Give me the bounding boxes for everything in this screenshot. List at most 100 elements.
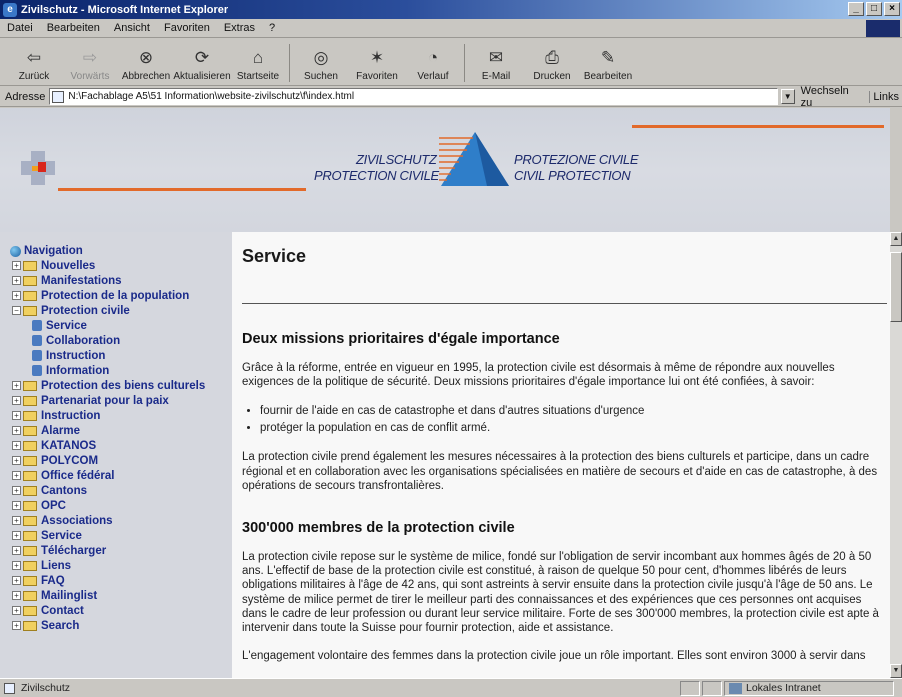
history-icon: ◔ bbox=[427, 48, 439, 67]
nav-item-label: Liens bbox=[41, 559, 72, 572]
nav-sub-label: Service bbox=[46, 319, 87, 332]
nav-sub-information[interactable]: Information bbox=[10, 363, 232, 378]
nav-root[interactable]: Navigation bbox=[10, 244, 232, 258]
nav-sub-collaboration[interactable]: Collaboration bbox=[10, 333, 232, 348]
folder-icon bbox=[23, 290, 37, 301]
nav-item[interactable]: + Télécharger bbox=[10, 543, 232, 558]
nav-item-label: POLYCOM bbox=[41, 454, 99, 467]
list-item: fournir de l'aide en cas de catastrophe … bbox=[260, 403, 890, 420]
nav-item[interactable]: + KATANOS bbox=[10, 438, 232, 453]
main-content: Service Deux missions prioritaires d'éga… bbox=[232, 232, 890, 678]
page-icon bbox=[4, 682, 15, 694]
back-button[interactable]: ⇦ Zurück bbox=[6, 41, 62, 85]
nav-item-label: Cantons bbox=[41, 484, 87, 497]
nav-item[interactable]: + Mailinglist bbox=[10, 588, 232, 603]
menu-edit[interactable]: Bearbeiten bbox=[40, 22, 107, 34]
nav-item-manifestations[interactable]: + Manifestations bbox=[10, 273, 232, 288]
nav-item[interactable]: + Search bbox=[10, 618, 232, 633]
go-button[interactable]: Wechseln zu bbox=[795, 85, 870, 109]
scroll-up-arrow-icon[interactable]: ▲ bbox=[890, 232, 902, 246]
scroll-down-arrow-icon[interactable]: ▼ bbox=[890, 664, 902, 678]
expand-icon: + bbox=[12, 381, 21, 390]
maximize-button[interactable]: □ bbox=[866, 2, 882, 16]
nav-item[interactable]: + OPC bbox=[10, 498, 232, 513]
nav-item[interactable]: + Service bbox=[10, 528, 232, 543]
forward-arrow-icon: ⇨ bbox=[82, 48, 98, 67]
favorites-button[interactable]: ✶ Favoriten bbox=[349, 41, 405, 85]
address-dropdown-button[interactable]: ▼ bbox=[780, 89, 795, 104]
scroll-thumb[interactable] bbox=[890, 252, 902, 322]
expand-icon: + bbox=[12, 396, 21, 405]
links-button[interactable]: Links bbox=[869, 90, 902, 103]
nav-item[interactable]: + Instruction bbox=[10, 408, 232, 423]
minimize-button[interactable]: _ bbox=[848, 2, 864, 16]
forward-button[interactable]: ⇨ Vorwärts bbox=[62, 41, 118, 85]
nav-item-label: Partenariat pour la paix bbox=[41, 394, 169, 407]
paragraph-reform: Grâce à la réforme, entrée en vigueur en… bbox=[242, 362, 835, 389]
expand-icon: + bbox=[12, 411, 21, 420]
nav-item[interactable]: + Liens bbox=[10, 558, 232, 573]
search-label: Suchen bbox=[304, 71, 338, 82]
menu-help[interactable]: ? bbox=[262, 22, 282, 34]
nav-item[interactable]: + FAQ bbox=[10, 573, 232, 588]
nav-item-protection-population[interactable]: + Protection de la population bbox=[10, 288, 232, 303]
folder-icon bbox=[23, 425, 37, 436]
nav-item-label: Protection de la population bbox=[41, 289, 190, 302]
menu-tools[interactable]: Extras bbox=[217, 22, 262, 34]
nav-item-label: Manifestations bbox=[41, 274, 122, 287]
nav-item-protection-civile[interactable]: − Protection civile bbox=[10, 303, 232, 318]
home-button[interactable]: ⌂ Startseite bbox=[230, 41, 286, 85]
refresh-button[interactable]: ⟳ Aktualisieren bbox=[173, 41, 230, 85]
mail-button[interactable]: ✉ E-Mail bbox=[468, 41, 524, 85]
mail-icon: ✉ bbox=[488, 48, 504, 67]
menu-view[interactable]: Ansicht bbox=[107, 22, 157, 34]
expand-icon: + bbox=[12, 591, 21, 600]
print-button[interactable]: ⎙ Drucken bbox=[524, 41, 580, 85]
favorites-label: Favoriten bbox=[356, 71, 398, 82]
nav-item[interactable]: + Alarme bbox=[10, 423, 232, 438]
vertical-scrollbar[interactable]: ▲ ▼ bbox=[890, 232, 902, 678]
nav-item-label: Télécharger bbox=[41, 544, 107, 557]
home-label: Startseite bbox=[236, 71, 280, 82]
missions-list: fournir de l'aide en cas de catastrophe … bbox=[260, 403, 890, 436]
nav-item[interactable]: + Office fédéral bbox=[10, 468, 232, 483]
address-input[interactable]: N:\Fachablage A5\51 Information\website-… bbox=[49, 88, 778, 105]
expand-icon: + bbox=[12, 276, 21, 285]
nav-item[interactable]: + Cantons bbox=[10, 483, 232, 498]
nav-item[interactable]: + Protection des biens culturels bbox=[10, 378, 232, 393]
menu-favorites[interactable]: Favoriten bbox=[157, 22, 217, 34]
list-item: protéger la population en cas de conflit… bbox=[260, 420, 890, 437]
nav-sub-service[interactable]: Service bbox=[10, 318, 232, 333]
home-icon: ⌂ bbox=[252, 48, 264, 67]
swiss-cross-logo bbox=[21, 151, 55, 185]
mail-label: E-Mail bbox=[481, 71, 511, 82]
folder-icon bbox=[23, 575, 37, 586]
close-button[interactable]: × bbox=[884, 2, 900, 16]
page-icon bbox=[32, 335, 42, 346]
folder-icon bbox=[23, 275, 37, 286]
content-area: Navigation + Nouvelles + Manifestations + P… bbox=[0, 232, 890, 678]
nav-item[interactable]: + POLYCOM bbox=[10, 453, 232, 468]
search-button[interactable]: ◎ Suchen bbox=[293, 41, 349, 85]
expand-icon: + bbox=[12, 441, 21, 450]
status-text-cell: Zivilschutz bbox=[0, 682, 680, 694]
nav-sub-instruction[interactable]: Instruction bbox=[10, 348, 232, 363]
nav-item[interactable]: + Associations bbox=[10, 513, 232, 528]
nav-item-nouvelles[interactable]: + Nouvelles bbox=[10, 258, 232, 273]
intranet-icon bbox=[729, 682, 742, 694]
page-icon bbox=[32, 350, 42, 361]
nav-item[interactable]: + Partenariat pour la paix bbox=[10, 393, 232, 408]
menu-file[interactable]: Datei bbox=[0, 22, 40, 34]
status-cell bbox=[702, 680, 722, 696]
expand-icon: + bbox=[12, 471, 21, 480]
stop-button[interactable]: ⊗ Abbrechen bbox=[118, 41, 174, 85]
navigation-sidebar: Navigation + Nouvelles + Manifestations + P… bbox=[0, 232, 232, 678]
nav-item-label: Search bbox=[41, 619, 80, 632]
nav-item[interactable]: + Contact bbox=[10, 603, 232, 618]
site-header: ZIVILSCHUTZ PROTECTION CIVILE PROTEZIONE… bbox=[0, 108, 890, 232]
nav-item-label: OPC bbox=[41, 499, 66, 512]
history-button[interactable]: ◔ Verlauf bbox=[405, 41, 461, 85]
nav-sub-label: Collaboration bbox=[46, 334, 121, 347]
edit-button[interactable]: ✎ Bearbeiten bbox=[580, 41, 636, 85]
folder-icon bbox=[23, 440, 37, 451]
